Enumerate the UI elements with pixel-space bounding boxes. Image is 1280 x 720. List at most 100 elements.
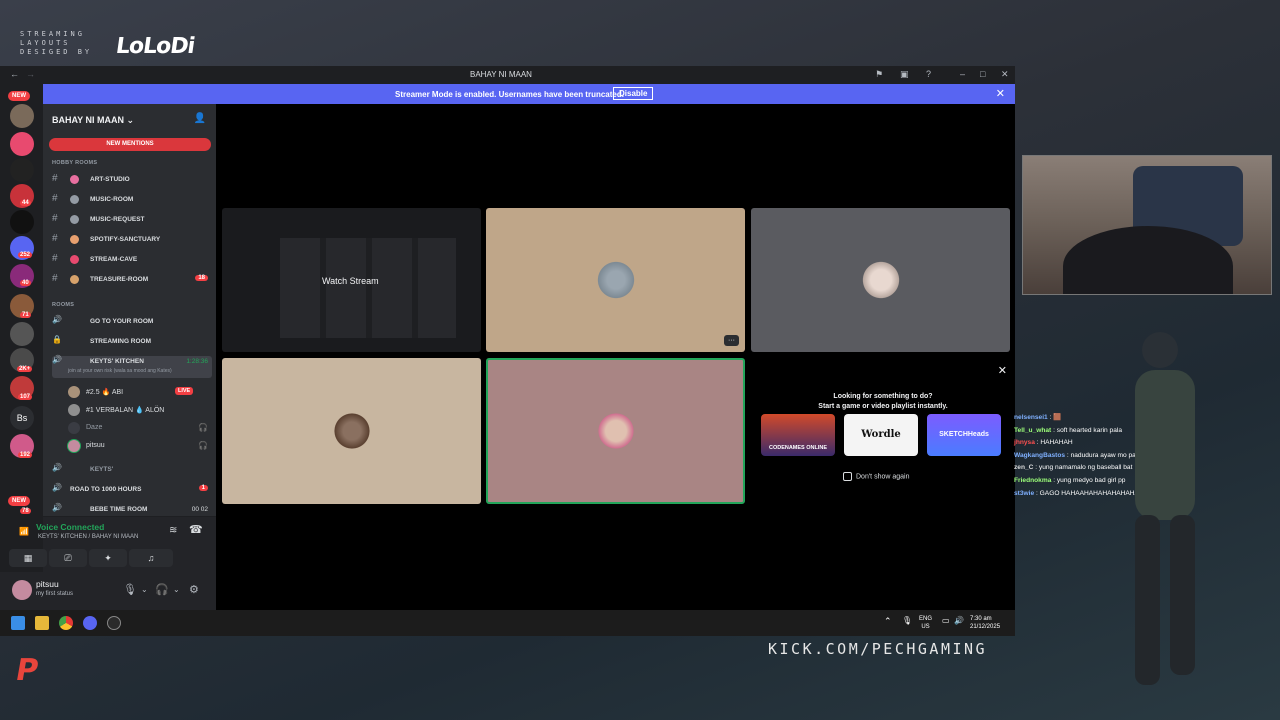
voice-channel-road-to-1000-hours[interactable]: 🔊 ROAD TO 1000 HOURS 1	[52, 483, 212, 498]
game-wordle[interactable]: Wordle	[844, 414, 918, 456]
channel-name: ART-STUDIO	[90, 176, 130, 183]
activities-button[interactable]: ✦	[89, 549, 127, 567]
chevron-down-icon[interactable]: ⌄	[173, 585, 180, 594]
channel-art-studio[interactable]: # ART-STUDIO	[52, 173, 212, 188]
windows-start-icon[interactable]	[11, 616, 25, 630]
category-hobby-rooms[interactable]: HOBBY ROOMS	[52, 160, 97, 166]
channel-name: GO TO YOUR ROOM	[90, 318, 154, 325]
category-rooms[interactable]: ROOMS	[52, 302, 74, 308]
app-icon[interactable]	[107, 616, 121, 630]
brand-logo: P	[13, 653, 42, 688]
back-arrow-icon[interactable]: ←	[10, 69, 19, 79]
file-explorer-icon[interactable]	[35, 616, 49, 630]
unread-badge: 40	[20, 280, 31, 286]
server-icon[interactable]	[10, 322, 34, 346]
chrome-icon[interactable]	[59, 616, 73, 630]
webcam-feed	[1022, 155, 1272, 295]
chevron-down-icon[interactable]: ⌄	[141, 585, 148, 594]
channel-name: KEYTS'	[90, 466, 114, 473]
inbox-icon[interactable]: ▣	[900, 69, 909, 80]
voice-user-name: pitsuu	[86, 442, 105, 449]
game-codenames[interactable]: CODENAMES ONLINE	[761, 414, 835, 456]
username[interactable]: pitsuu	[36, 579, 59, 589]
stream-tile[interactable]: Watch Stream	[222, 208, 481, 352]
video-tile[interactable]	[222, 358, 481, 504]
clock-time[interactable]: 7:30 am	[970, 615, 992, 623]
server-icon[interactable]	[10, 210, 34, 234]
channel-music-room[interactable]: # MUSIC-ROOM	[52, 193, 212, 208]
maximize-icon[interactable]: □	[980, 69, 985, 79]
voice-user[interactable]: Daze 🎧	[68, 422, 208, 436]
discord-icon[interactable]	[83, 616, 97, 630]
signal-icon[interactable]: 📶	[19, 527, 29, 536]
watch-stream-label[interactable]: Watch Stream	[322, 276, 379, 286]
video-tile[interactable]: ···	[486, 208, 745, 352]
language-indicator[interactable]: ENG US	[919, 615, 932, 631]
participant-avatar	[594, 410, 637, 452]
noise-suppression-icon[interactable]: ≋	[169, 525, 177, 536]
new-pill: NEW	[8, 91, 30, 101]
voice-channel-keyts-kitchen[interactable]: 🔊 KEYTS' KITCHEN 1:28:36 join at your own r…	[52, 355, 212, 378]
channel-name: ROAD TO 1000 HOURS	[70, 486, 142, 493]
disable-button[interactable]: Disable	[613, 87, 654, 100]
checkbox-box[interactable]	[843, 472, 852, 481]
avatar[interactable]	[12, 580, 32, 600]
headphones-icon[interactable]: 🎧	[155, 583, 169, 596]
server-icon[interactable]	[10, 104, 34, 128]
more-options-button[interactable]: ···	[724, 335, 739, 346]
dont-show-again-checkbox[interactable]: Don't show again	[843, 472, 909, 482]
channel-stream-cave[interactable]: # STREAM-CAVE	[52, 253, 212, 268]
new-mentions-button[interactable]: NEW MENTIONS	[49, 138, 211, 151]
avatar	[68, 386, 80, 398]
channel-treasure-room[interactable]: # TREASURE-ROOM 18	[52, 273, 212, 288]
game-title: CODENAMES ONLINE	[768, 445, 828, 451]
voice-user-name: #1 VERBALAN 💧 ALÖN	[86, 407, 165, 414]
channel-name: STREAMING ROOM	[90, 338, 152, 345]
network-icon[interactable]: ▭	[942, 617, 950, 625]
volume-icon[interactable]: 🔊	[954, 617, 964, 625]
server-icon[interactable]	[10, 158, 34, 182]
voice-connected-panel: 📶 Voice Connected KEYTS' KITCHEN / BAHAY…	[9, 516, 216, 572]
voice-user[interactable]: pitsuu 🎧	[68, 440, 208, 454]
channel-name: MUSIC-ROOM	[90, 196, 134, 203]
voice-channel-go-to-your-room[interactable]: 🔊 GO TO YOUR ROOM	[52, 315, 212, 330]
speaker-icon: 🔊	[52, 483, 62, 492]
video-tile[interactable]	[751, 208, 1010, 352]
minimize-icon[interactable]: –	[960, 69, 965, 79]
channel-spotify-sanctuary[interactable]: # SPOTIFY-SANCTUARY	[52, 233, 212, 248]
close-banner-icon[interactable]: ✕	[996, 87, 1005, 100]
channel-music-request[interactable]: # MUSIC-REQUEST	[52, 213, 212, 228]
guild-name[interactable]: BAHAY NI MAAN ⌄	[52, 115, 134, 126]
channel-name: TREASURE-ROOM	[90, 276, 149, 283]
settings-gear-icon[interactable]: ⚙	[189, 583, 199, 596]
voice-location[interactable]: KEYTS' KITCHEN / BAHAY NI MAAN	[38, 534, 138, 540]
add-member-icon[interactable]: 👤	[194, 113, 206, 124]
server-initials[interactable]: Bs	[10, 406, 34, 430]
clock-date[interactable]: 21/12/2025	[970, 623, 1000, 631]
video-tile-speaking[interactable]	[486, 358, 745, 504]
disconnect-icon[interactable]: ☎	[189, 523, 203, 536]
chevron-up-icon[interactable]: ⌃	[884, 617, 892, 626]
flag-icon[interactable]: ⚑	[875, 69, 883, 80]
user-status[interactable]: my first status	[36, 591, 73, 597]
screen-share-button[interactable]: ⎚	[49, 549, 87, 567]
game-sketchheads[interactable]: SKETCHHeads	[927, 414, 1001, 456]
voice-user[interactable]: #2.5 🔥 ABI LIVE	[68, 386, 208, 400]
close-window-icon[interactable]: ✕	[1001, 69, 1009, 80]
voice-channel-streaming-room[interactable]: 🔒 STREAMING ROOM	[52, 335, 212, 350]
help-icon[interactable]: ?	[926, 69, 931, 79]
close-suggestion-icon[interactable]: ✕	[998, 366, 1007, 377]
soundboard-button[interactable]: ♫	[129, 549, 173, 567]
speaker-icon: 🔊	[52, 463, 62, 472]
camera-button[interactable]: ▦	[9, 549, 47, 567]
voice-user[interactable]: #1 VERBALAN 💧 ALÖN	[68, 404, 208, 418]
server-icon[interactable]	[10, 132, 34, 156]
microphone-icon[interactable]: 🎙	[902, 617, 912, 625]
voice-channel-keyts[interactable]: 🔊 KEYTS'	[52, 463, 212, 478]
avatar	[68, 404, 80, 416]
channel-emoji-icon	[70, 235, 79, 244]
hash-icon: #	[52, 273, 58, 284]
microphone-icon[interactable]: 🎙	[123, 583, 137, 596]
voice-status[interactable]: Voice Connected	[36, 522, 104, 532]
forward-arrow-icon[interactable]: →	[26, 69, 35, 79]
